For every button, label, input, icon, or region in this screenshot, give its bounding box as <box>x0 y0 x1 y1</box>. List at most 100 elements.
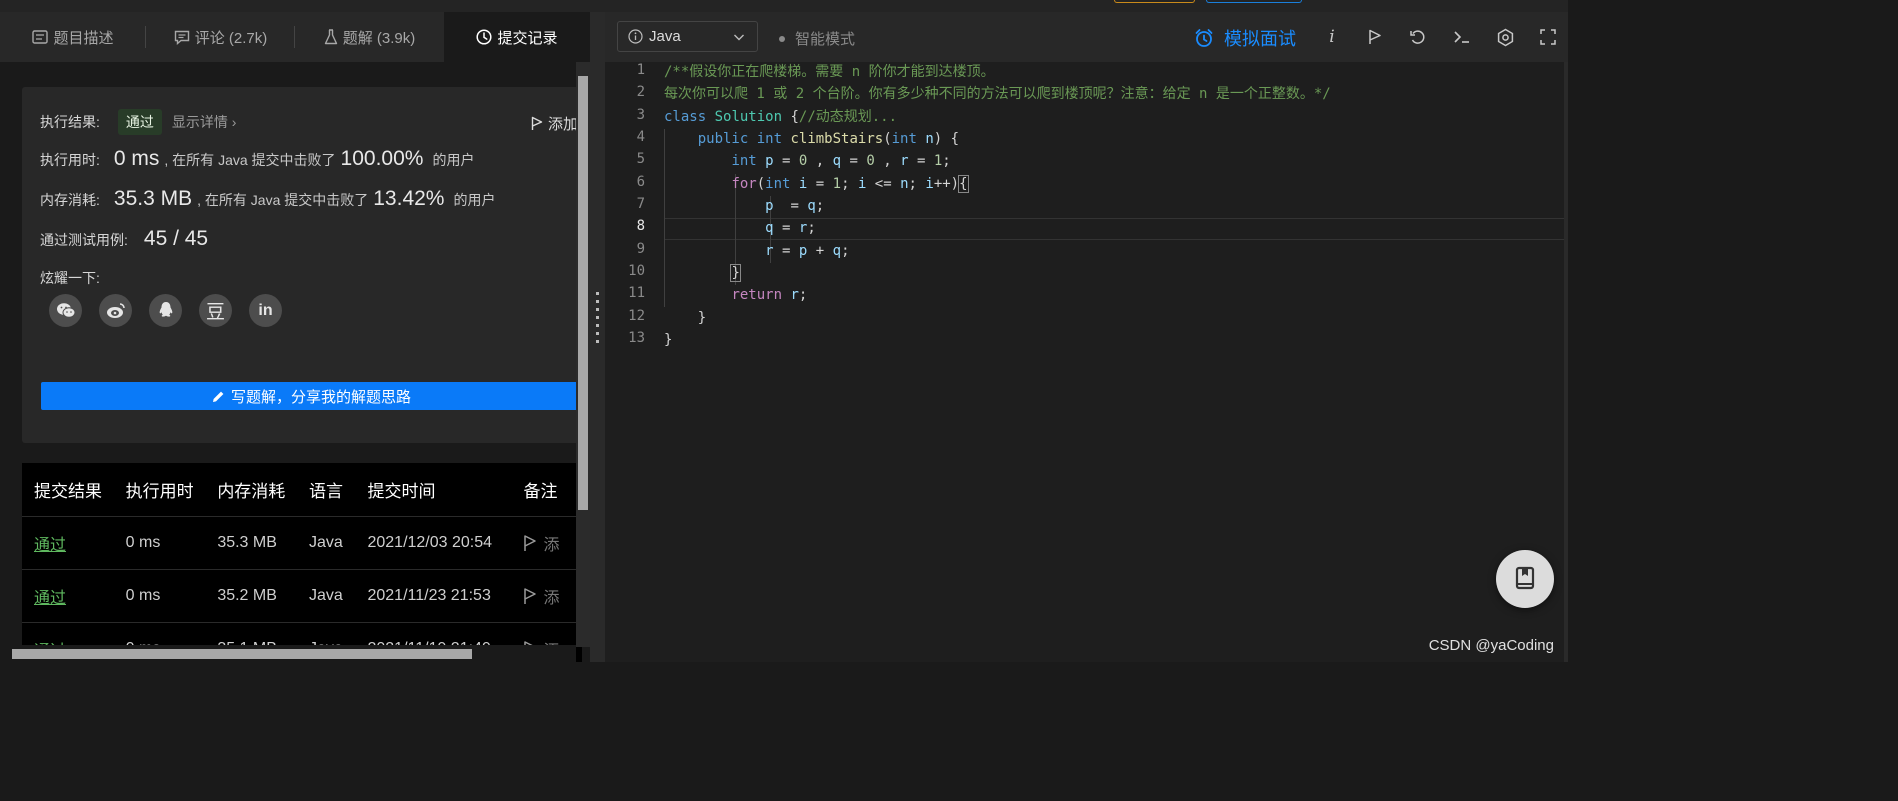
douban-glyph: 豆 <box>205 301 225 323</box>
add-note-cell[interactable]: 添 <box>523 584 582 608</box>
code-line: /**假设你正在爬楼梯。需要 n 阶你才能到达楼顶。 <box>664 64 995 80</box>
line-number: 9 <box>636 241 645 257</box>
scrollbar-thumb[interactable] <box>578 76 588 510</box>
left-vertical-scrollbar[interactable] <box>576 62 590 647</box>
table-row[interactable]: 通过 0 ms 35.3 MB Java 2021/12/03 20:54 添 <box>22 517 582 570</box>
cell-date: 2021/12/03 20:54 <box>367 534 493 551</box>
share-label: 炫耀一下: <box>40 270 100 286</box>
flag-icon <box>531 116 543 131</box>
code-line: p = q; <box>765 198 825 214</box>
add-note-text: 添 <box>543 590 560 607</box>
code-line: public int climbStairs(int n) { <box>697 131 960 147</box>
scrollbar-thumb[interactable] <box>12 649 472 659</box>
header-status[interactable]: 提交结果 <box>22 477 126 502</box>
cell-runtime: 0 ms <box>125 587 161 604</box>
tests-row: 通过测试用例: 45 / 45 <box>40 227 213 251</box>
header-runtime[interactable]: 执行用时 <box>126 477 218 502</box>
tests-label: 通过测试用例: <box>40 232 128 248</box>
linkedin-icon[interactable]: in <box>249 294 282 327</box>
memory-label: 内存消耗: <box>40 192 100 208</box>
language-select[interactable]: Java <box>617 21 758 52</box>
editor-toolbar: Java 智能模式 模拟面试 i <box>605 12 1568 62</box>
runtime-value: 0 ms <box>113 147 160 170</box>
result-card: 执行结果: 通过 显示详情 › 添加 执行用时: 0 ms , 在所有 Java… <box>22 87 582 443</box>
share-icons: 豆 in <box>49 294 299 327</box>
top-strip-button-left[interactable] <box>1114 0 1195 3</box>
runtime-desc: , 在所有 Java 提交中击败了 <box>164 152 336 168</box>
cell-runtime: 0 ms <box>125 534 161 551</box>
watermark: CSDN @yaCoding <box>1428 637 1554 654</box>
clock-icon <box>476 29 493 45</box>
line-number-current: 8 <box>636 218 645 234</box>
header-language[interactable]: 语言 <box>309 477 368 502</box>
weibo-icon[interactable] <box>99 294 132 327</box>
cell-date: 2021/11/23 21:53 <box>367 587 491 604</box>
add-note-button[interactable]: 添加 <box>531 113 578 134</box>
status-link[interactable]: 通过 <box>34 537 66 554</box>
share-row: 炫耀一下: <box>40 268 100 288</box>
runtime-label: 执行用时: <box>40 152 100 168</box>
code-line: } <box>664 310 707 326</box>
settings-icon[interactable] <box>1494 26 1516 48</box>
code-line: } <box>730 264 741 282</box>
wechat-icon[interactable] <box>49 294 82 327</box>
line-number: 5 <box>636 151 645 167</box>
status-badge: 通过 <box>117 109 162 135</box>
editor-scrollbar[interactable] <box>1564 62 1568 662</box>
code-line: } <box>664 332 673 348</box>
result-label: 执行结果: <box>40 114 100 130</box>
console-icon[interactable] <box>1451 26 1473 48</box>
panel-splitter[interactable] <box>590 12 605 662</box>
add-note-text: 添 <box>543 537 560 554</box>
alarm-clock-icon <box>1194 28 1214 48</box>
write-solution-button[interactable]: 写题解，分享我的解题思路 <box>41 382 582 410</box>
info-icon[interactable]: i <box>1321 26 1343 48</box>
result-status-row: 执行结果: 通过 显示详情 › <box>40 109 236 135</box>
top-strip <box>0 0 1568 12</box>
add-note-cell[interactable]: 添 <box>523 531 582 555</box>
line-number: 4 <box>636 129 645 145</box>
cell-memory: 35.2 MB <box>217 587 277 604</box>
code-editor[interactable]: /**假设你正在爬楼梯。需要 n 阶你才能到达楼顶。 每次你可以爬 1 或 2 … <box>664 62 1564 662</box>
line-number: 10 <box>628 263 645 279</box>
code-line: int p = 0 , q = 0 , r = 1; <box>731 153 951 169</box>
table-row[interactable]: 通过 0 ms 35.2 MB Java 2021/11/23 21:53 添 <box>22 570 582 623</box>
tab-solutions[interactable]: 题解 (3.9k) <box>295 12 444 62</box>
smart-mode-toggle[interactable]: 智能模式 <box>779 28 855 49</box>
tab-comments[interactable]: 评论 (2.7k) <box>146 12 295 62</box>
flag-icon <box>524 535 537 551</box>
show-details-link[interactable]: 显示详情 › <box>172 112 237 132</box>
pencil-icon <box>212 390 225 403</box>
tab-bar: 题目描述 评论 (2.7k) 题解 (3.9k) 提交记录 <box>0 12 590 62</box>
run-icon[interactable] <box>1364 26 1386 48</box>
code-line: r = p + q; <box>765 243 850 259</box>
reset-icon[interactable] <box>1407 26 1429 48</box>
linkedin-glyph: in <box>258 301 273 319</box>
drag-handle-icon[interactable] <box>596 292 599 347</box>
left-horizontal-scrollbar[interactable] <box>0 645 576 662</box>
write-solution-label: 写题解，分享我的解题思路 <box>230 388 411 406</box>
info-glyph: i <box>1329 27 1335 47</box>
language-value: Java <box>649 28 681 45</box>
tests-value: 45 / 45 <box>143 227 209 250</box>
top-strip-button-right[interactable] <box>1206 0 1302 3</box>
table-header: 提交结果 执行用时 内存消耗 语言 提交时间 备注 <box>22 463 582 517</box>
header-memory[interactable]: 内存消耗 <box>217 477 309 502</box>
notebook-button[interactable] <box>1496 550 1554 608</box>
code-line: class Solution {//动态规划... <box>664 109 898 125</box>
tab-submissions[interactable]: 提交记录 <box>444 12 590 62</box>
fullscreen-icon[interactable] <box>1537 26 1559 48</box>
header-time[interactable]: 提交时间 <box>367 477 523 502</box>
smart-mode-label: 智能模式 <box>795 31 856 48</box>
description-icon <box>32 30 49 44</box>
douban-icon[interactable]: 豆 <box>199 294 232 327</box>
notebook-icon <box>1515 566 1535 590</box>
tab-description[interactable]: 题目描述 <box>0 12 146 62</box>
qq-icon[interactable] <box>149 294 182 327</box>
left-panel: 题目描述 评论 (2.7k) 题解 (3.9k) 提交记录 执行结果: 通过 显… <box>0 12 590 662</box>
flag-icon <box>524 588 537 604</box>
mock-interview-button[interactable]: 模拟面试 <box>1194 25 1296 51</box>
memory-percent: 13.42% <box>373 187 445 210</box>
runtime-percent: 100.00% <box>340 147 424 170</box>
status-link[interactable]: 通过 <box>34 590 66 607</box>
